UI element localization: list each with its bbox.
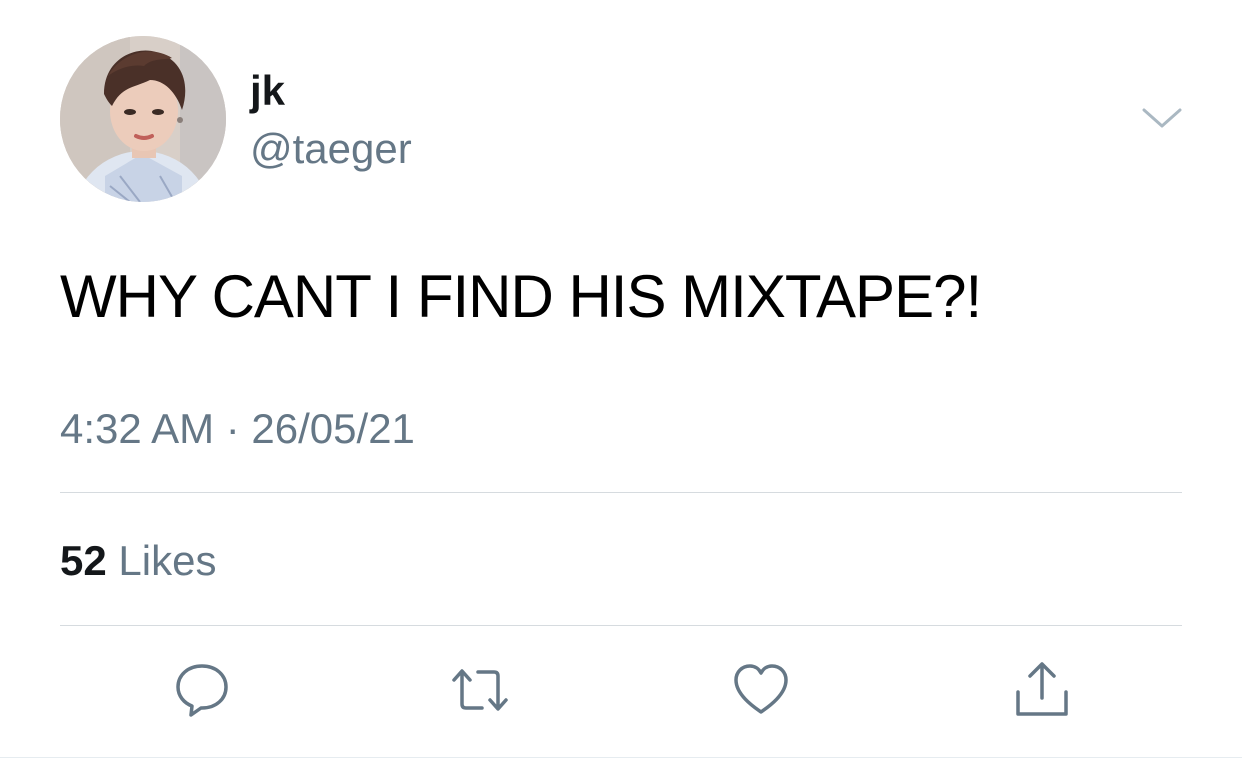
user-handle[interactable]: @taeger	[250, 124, 412, 174]
tweet-timestamp[interactable]: 4:32 AM · 26/05/21	[60, 404, 415, 454]
likes-summary[interactable]: 52 Likes	[60, 536, 216, 586]
tweet-text: WHY CANT I FIND HIS MIXTAPE?!	[60, 263, 982, 330]
divider	[60, 625, 1182, 626]
tweet-card: jk @taeger WHY CANT I FIND HIS MIXTAPE?!…	[0, 0, 1242, 759]
speech-bubble-icon	[176, 664, 228, 717]
bottom-border	[0, 757, 1242, 758]
profile-photo-icon	[60, 36, 226, 202]
likes-count: 52	[60, 537, 107, 584]
avatar[interactable]	[60, 36, 226, 202]
chevron-down-icon[interactable]	[1140, 100, 1184, 136]
retweet-button[interactable]	[450, 660, 510, 720]
heart-icon	[734, 664, 788, 714]
share-upload-icon	[1016, 662, 1068, 716]
reply-button[interactable]	[172, 660, 232, 720]
retweet-arrows-icon	[452, 669, 508, 711]
divider	[60, 492, 1182, 493]
like-button[interactable]	[731, 660, 791, 720]
display-name[interactable]: jk	[250, 66, 285, 116]
share-button[interactable]	[1012, 660, 1072, 720]
likes-label: Likes	[118, 537, 217, 584]
